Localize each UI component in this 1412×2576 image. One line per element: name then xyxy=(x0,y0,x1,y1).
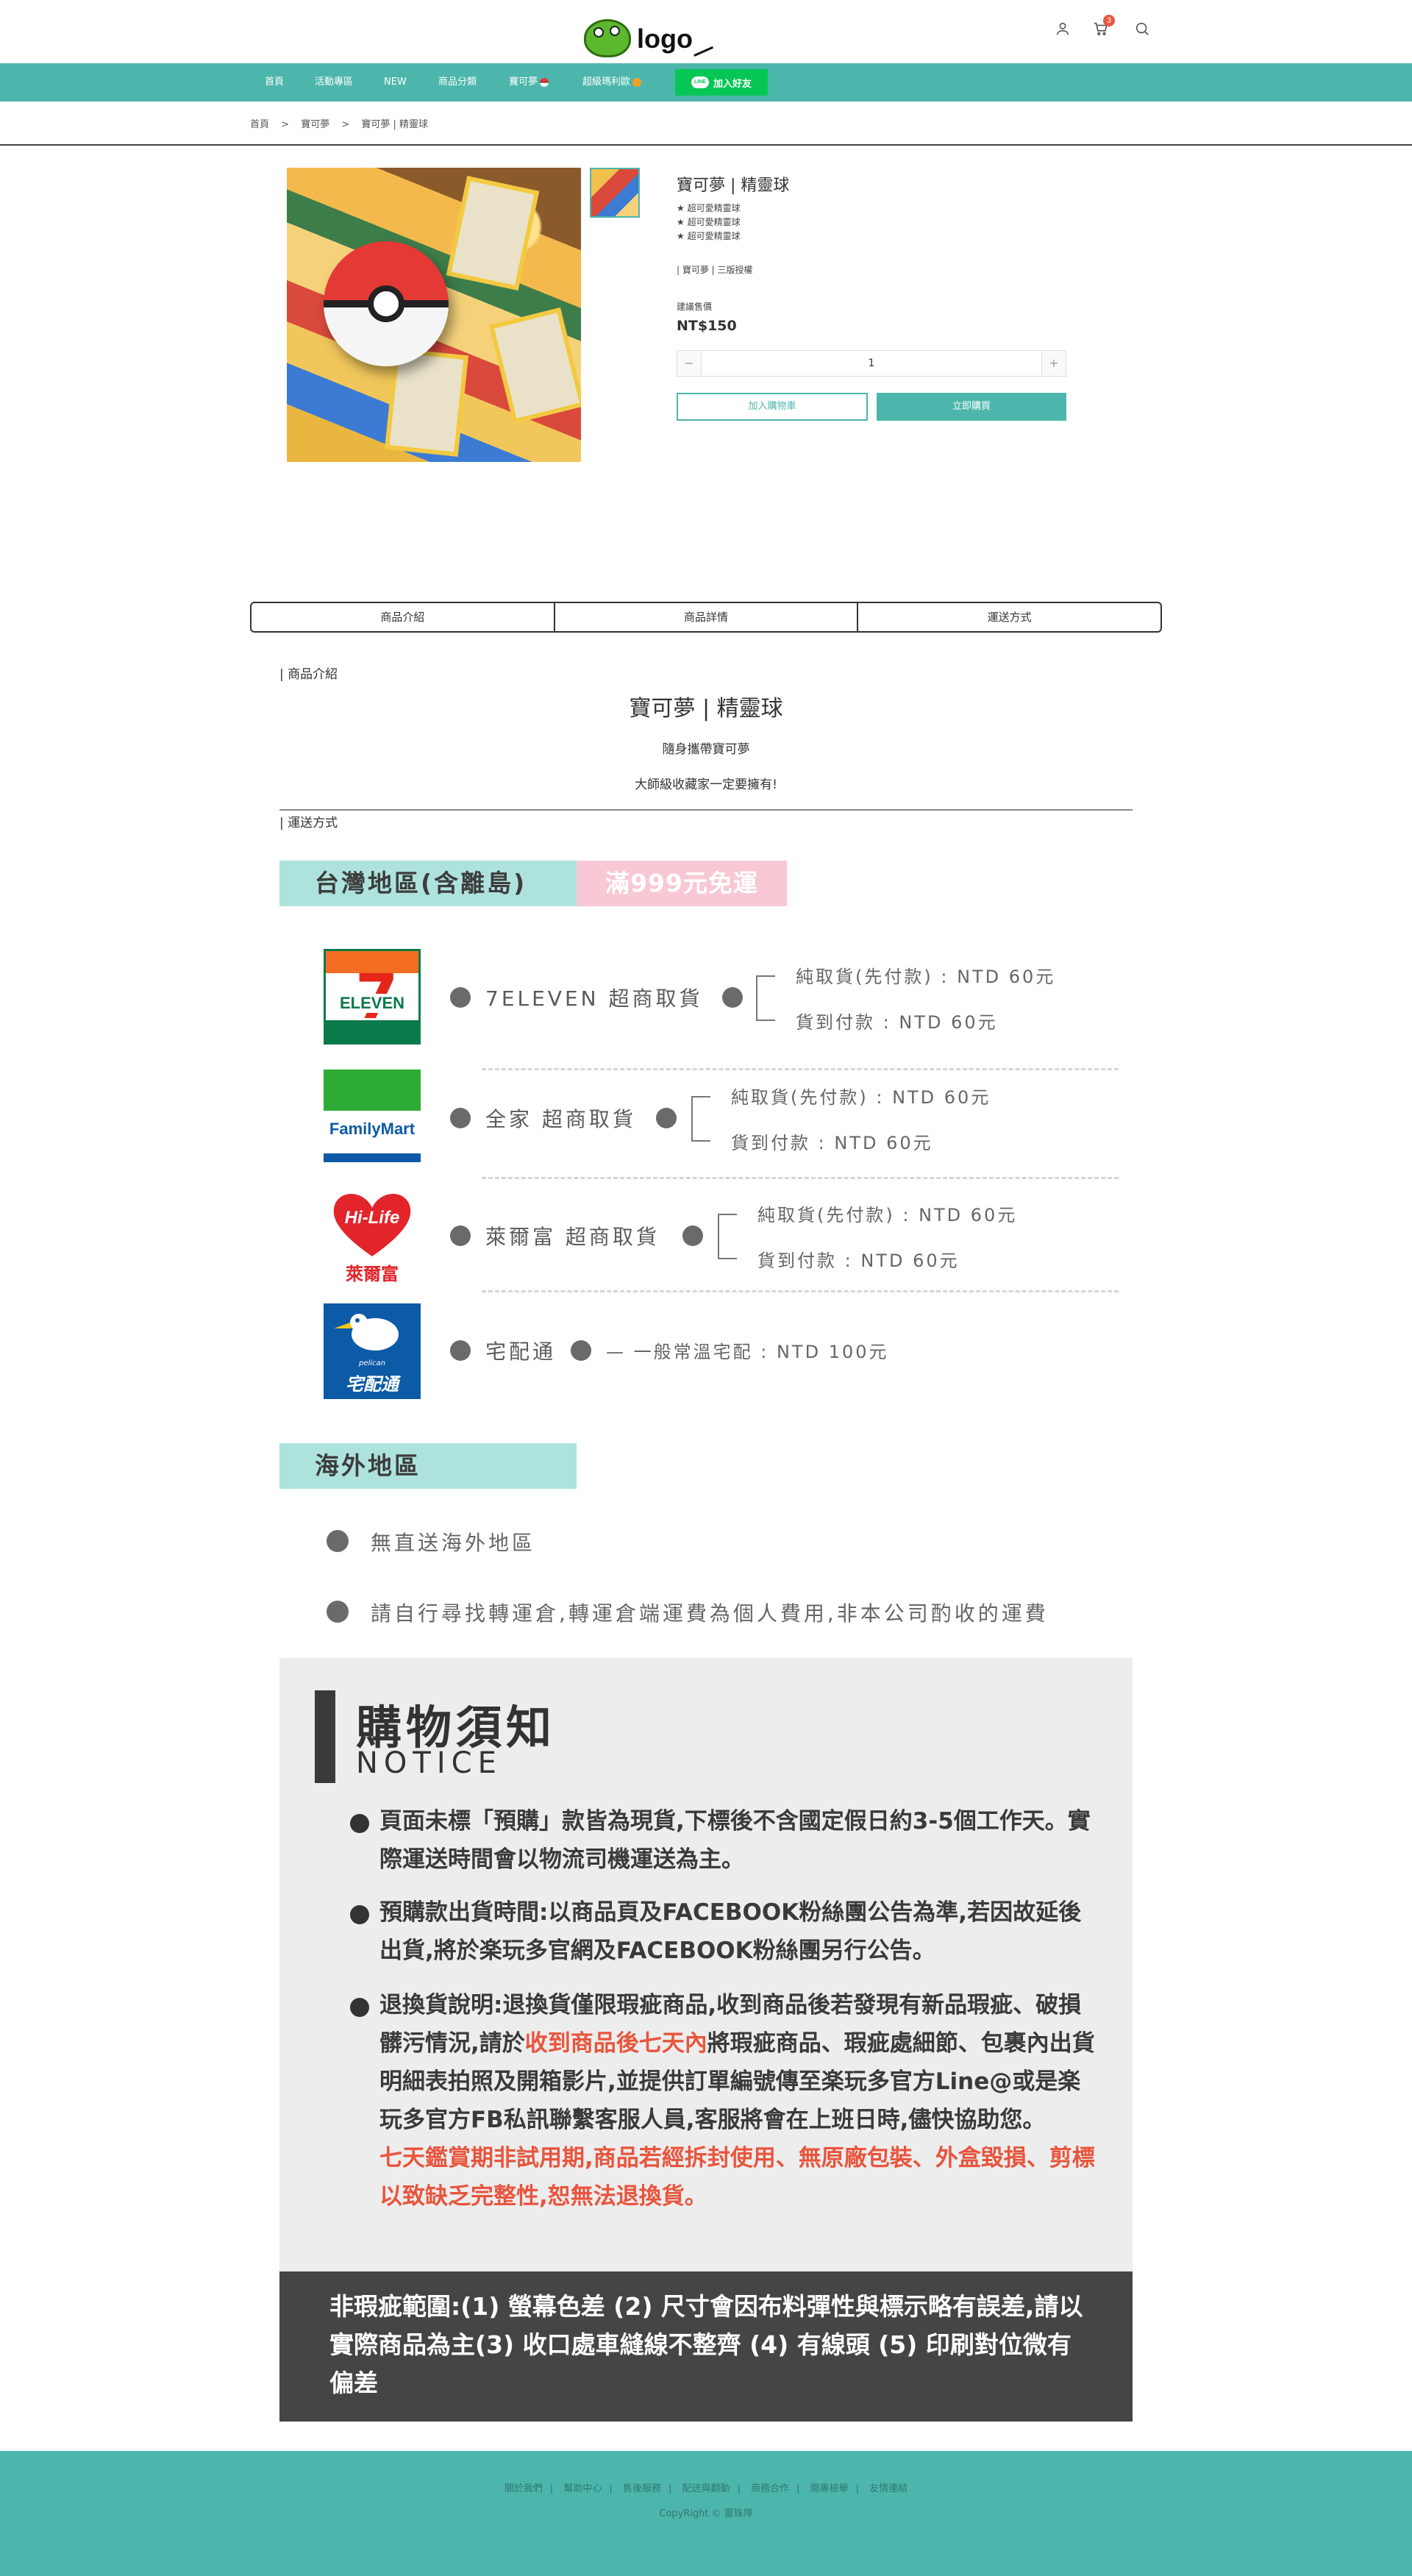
free-shipping-banner: 滿999元免運 xyxy=(577,861,787,906)
nav-item-mario-label: 超級瑪利歐 xyxy=(582,77,631,88)
product-feature: ★ 超可愛精靈球 xyxy=(677,217,741,227)
account-icon[interactable] xyxy=(1050,16,1075,41)
footer-link[interactable]: 配送與翻動 xyxy=(682,2483,730,2494)
mario-icon xyxy=(632,77,642,87)
nav-item-categories[interactable]: 商品分類 xyxy=(438,63,477,102)
intro-line: 隨身攜帶寶可夢 xyxy=(662,742,750,757)
notice-subtitle: NOTICE xyxy=(356,1746,502,1780)
nav-item-pokemon-label: 寶可夢 xyxy=(509,77,538,88)
taiwan-region-banner: 台灣地區(含離島) xyxy=(279,861,577,906)
shipping-fee: 貨到付款 : NTD 60元 xyxy=(731,1133,933,1153)
add-to-cart-button[interactable]: 加入購物車 xyxy=(677,393,868,421)
footer-links: 關於我們 | 幫助中心 | 售後服務 | 配送與翻動 | 商務合作 | 開專檢舉 | 友情連… xyxy=(504,2483,908,2494)
seven-logo-text: ELEVEN xyxy=(326,994,418,1013)
site-logo[interactable]: logo xyxy=(581,13,714,62)
product-tags[interactable]: | 寶可夢 | 三版授權 xyxy=(677,263,753,276)
shipping-fee: 純取貨(先付款) : NTD 60元 xyxy=(796,967,1056,987)
breadcrumb: 首頁 > 寶可夢 > 寶可夢 | 精靈球 xyxy=(250,116,437,130)
shipping-section-label: | 運送方式 xyxy=(279,816,338,830)
hilife-logo-text: Hi-Life xyxy=(344,1208,400,1228)
pelican-logo-text: 宅配通 xyxy=(346,1374,399,1395)
quantity-decrease-button[interactable]: − xyxy=(677,351,701,376)
footer-link[interactable]: 友情連結 xyxy=(869,2483,908,2494)
product-thumbnail[interactable] xyxy=(590,168,640,218)
tab-shipping[interactable]: 運送方式 xyxy=(857,603,1160,631)
product-feature: ★ 超可愛精靈球 xyxy=(677,231,741,241)
line-button-label: 加入好友 xyxy=(713,78,752,90)
product-title: 寶可夢 | 精靈球 xyxy=(677,177,790,195)
quantity-input[interactable]: 1 xyxy=(701,351,1042,376)
carrier-name: 宅配通 xyxy=(485,1339,557,1364)
nav-item-new[interactable]: NEW xyxy=(384,63,407,102)
tab-intro[interactable]: 商品介紹 xyxy=(252,603,554,631)
intro-title: 寶可夢 | 精靈球 xyxy=(629,696,783,722)
shipping-fee: 純取貨(先付款) : NTD 60元 xyxy=(731,1087,991,1108)
line-add-friend-button[interactable]: LINE 加入好友 xyxy=(675,69,768,96)
shipping-fee: 純取貨(先付款) : NTD 60元 xyxy=(757,1205,1018,1225)
intro-section-label: | 商品介紹 xyxy=(279,667,338,682)
footer-link[interactable]: 售後服務 xyxy=(623,2483,661,2494)
carrier-name: 萊爾富 超商取貨 xyxy=(485,1225,660,1249)
hilife-logo: Hi-Life 萊爾富 xyxy=(324,1189,421,1284)
breadcrumb-current: 寶可夢 | 精靈球 xyxy=(361,119,429,130)
section-divider xyxy=(279,809,1133,811)
logo-text: logo xyxy=(637,24,693,54)
overseas-region-banner: 海外地區 xyxy=(279,1443,577,1489)
site-footer: 關於我們 | 幫助中心 | 售後服務 | 配送與翻動 | 商務合作 | 開專檢舉 | 友情連… xyxy=(0,2451,1412,2576)
nav-item-pokemon[interactable]: 寶可夢 xyxy=(509,63,549,102)
notice-item: 退換貨說明:退換貨僅限瑕疵商品,收到商品後若發現有新品瑕疵、破損髒污情況,請於收… xyxy=(379,1992,1095,2210)
shipping-fee: — 一般常溫宅配 : NTD 100元 xyxy=(606,1342,889,1362)
breadcrumb-divider xyxy=(0,144,1412,146)
search-icon[interactable] xyxy=(1130,16,1155,41)
seven-eleven-logo: 7 ELEVEN xyxy=(324,949,421,1045)
main-nav: 首頁 活動專區 NEW 商品分類 寶可夢 超級瑪利歐 LINE 加入好友 xyxy=(0,63,1412,102)
overseas-note: 無直送海外地區 xyxy=(371,1531,536,1555)
nav-item-events[interactable]: 活動專區 xyxy=(315,63,353,102)
footer-link[interactable]: 關於我們 xyxy=(504,2483,543,2494)
product-price: NT$150 xyxy=(677,318,737,334)
price-label: 建議售價 xyxy=(677,302,713,312)
shipping-fee: 貨到付款 : NTD 60元 xyxy=(796,1012,998,1033)
cart-count-badge: 3 xyxy=(1103,15,1115,26)
top-header: logo 3 xyxy=(0,0,1412,63)
breadcrumb-sep: > xyxy=(341,119,350,130)
buy-now-button[interactable]: 立即購買 xyxy=(877,393,1066,421)
notice-warning: 七天鑑賞期非試用期,商品若經拆封使用、無原廠包裝、外盒毀損、剪標以致缺乏完整性,… xyxy=(379,2145,1095,2210)
familymart-logo: FamilyMart xyxy=(324,1070,421,1165)
carrier-name: 全家 超商取貨 xyxy=(485,1107,636,1131)
shopping-notice: 購物須知 NOTICE 頁面未標「預購」款皆為現貨,下標後不含國定假日約3-5個… xyxy=(279,1658,1133,2271)
footer-link[interactable]: 開專檢舉 xyxy=(810,2483,849,2494)
quantity-stepper: − 1 + xyxy=(677,350,1066,377)
logo-mascot-icon xyxy=(584,19,631,57)
notice-highlight: 收到商品後七天內 xyxy=(524,2030,707,2057)
shipping-fee: 貨到付款 : NTD 60元 xyxy=(757,1250,960,1271)
pelican-logo-small: pelican xyxy=(358,1359,386,1367)
breadcrumb-sep: > xyxy=(281,119,290,130)
carrier-name: 7ELEVEN 超商取貨 xyxy=(485,986,703,1011)
non-defect-scope: 非瑕疵範圍:(1) 螢幕色差 (2) 尺寸會因布料彈性與標示略有誤差,請以實際商… xyxy=(279,2271,1133,2422)
intro-line: 大師級收藏家一定要擁有! xyxy=(635,778,777,792)
product-main-image xyxy=(287,168,581,462)
hilife-logo-sub: 萊爾富 xyxy=(346,1264,399,1284)
tab-details[interactable]: 商品詳情 xyxy=(553,603,857,631)
pelican-delivery-logo: pelican 宅配通 xyxy=(324,1303,421,1399)
footer-link[interactable]: 幫助中心 xyxy=(563,2483,602,2494)
product-tabs: 商品介紹 商品詳情 運送方式 xyxy=(250,602,1162,633)
pokeball-image xyxy=(324,241,449,366)
familymart-logo-text: FamilyMart xyxy=(329,1120,416,1138)
line-icon: LINE xyxy=(691,77,709,88)
notice-item: 預購款出貨時間:以商品頁及FACEBOOK粉絲團公告為準,若因故延後出貨,將於楽… xyxy=(379,1899,1082,1964)
copyright: CopyRight © 靈珠隊 xyxy=(659,2508,753,2519)
cart-icon[interactable]: 3 xyxy=(1088,15,1115,41)
breadcrumb-category[interactable]: 寶可夢 xyxy=(301,119,329,130)
quantity-increase-button[interactable]: + xyxy=(1042,351,1066,376)
overseas-note: 請自行尋找轉運倉,轉運倉端運費為個人費用,非本公司酌收的運費 xyxy=(371,1601,1049,1626)
breadcrumb-home[interactable]: 首頁 xyxy=(250,119,269,130)
nav-item-mario[interactable]: 超級瑪利歐 xyxy=(582,63,642,102)
footer-link[interactable]: 商務合作 xyxy=(751,2483,789,2494)
nav-item-home[interactable]: 首頁 xyxy=(265,63,284,102)
pokeball-icon xyxy=(540,77,549,87)
product-feature: ★ 超可愛精靈球 xyxy=(677,203,741,213)
notice-item: 頁面未標「預購」款皆為現貨,下標後不含國定假日約3-5個工作天。實際運送時間會以… xyxy=(379,1808,1091,1873)
